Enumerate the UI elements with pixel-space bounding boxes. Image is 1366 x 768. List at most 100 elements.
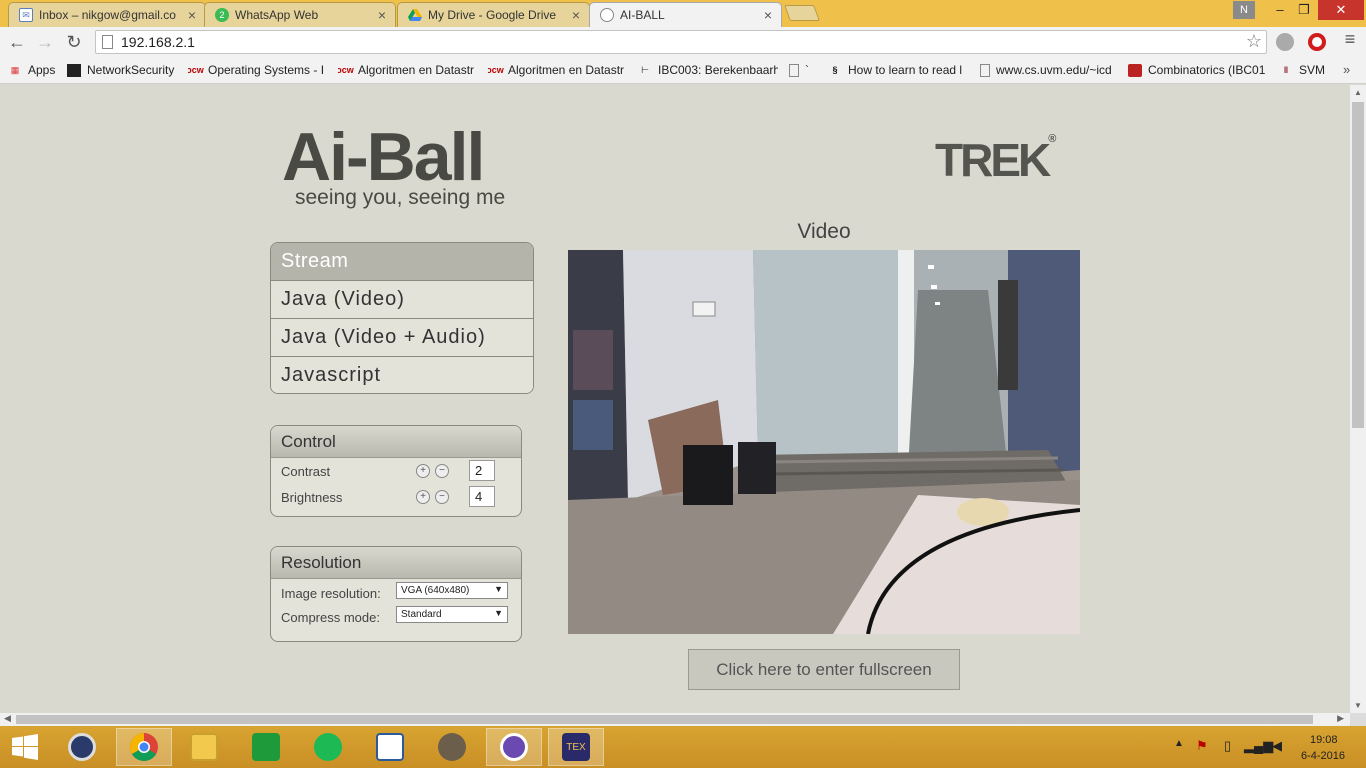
chevron-up-icon[interactable]: ▲ [1174,738,1184,749]
taskbar-app-cat[interactable] [486,728,542,766]
extension-icon[interactable] [1276,33,1294,51]
bookmark-algoritmen-1[interactable]: ocw Algoritmen en Datastr [338,63,476,77]
close-icon[interactable]: × [567,7,585,23]
image-resolution-select[interactable]: VGA (640x480) ▼ [396,582,508,599]
profile-button[interactable]: N [1233,1,1255,19]
scroll-left-icon[interactable]: ◀ [4,713,11,724]
browser-toolbar: ← → ↻ 192.168.2.1 ☆ ≡ [0,27,1366,58]
clock-time[interactable]: 19:08 [1310,734,1338,746]
taskbar-texmaker[interactable]: TEX [548,728,604,766]
bookmark-apps[interactable]: ▦ Apps [8,63,63,77]
taskbar-file-explorer[interactable] [176,728,232,766]
taskbar-keepass[interactable] [54,728,110,766]
contrast-label: Contrast [281,464,331,479]
stream-java-video[interactable]: Java (Video) [271,281,533,319]
taskbar-notes[interactable] [362,728,418,766]
page-icon [980,63,990,77]
close-icon[interactable]: × [183,7,201,23]
tex-icon: TEX [562,733,590,761]
back-arrow-icon[interactable]: ← [5,30,29,54]
taskbar-spotify[interactable] [300,728,356,766]
resolution-header: Resolution [271,547,521,579]
volume-icon[interactable]: ◀ [1272,738,1282,754]
bookmark-how-to-learn[interactable]: § How to learn to read l [828,63,968,77]
forward-arrow-icon[interactable]: → [33,30,57,54]
stream-header[interactable]: Stream [271,243,533,281]
image-resolution-value: VGA (640x480) [401,585,470,596]
video-title: Video [797,220,851,243]
scroll-down-icon[interactable]: ▼ [1354,701,1362,710]
bookmark-label: www.cs.uvm.edu/~icd [996,63,1112,77]
ocw-icon: ocw [488,65,504,75]
flag-icon[interactable]: ⚑ [1196,738,1208,754]
bookmark-label: Operating Systems - I [208,63,325,77]
tab-strip: ✉ Inbox – nikgow@gmail.co × 2 WhatsApp W… [0,0,1366,27]
logo-tagline: seeing you, seeing me [295,186,506,209]
tab-ai-ball[interactable]: AI-BALL × [589,2,782,27]
site-icon: ‖ [1283,65,1289,75]
cat-icon [500,733,528,761]
battery-icon[interactable]: ▯ [1224,738,1231,754]
fullscreen-button[interactable]: Click here to enter fullscreen [688,649,960,690]
resolution-panel: Resolution Image resolution: VGA (640x48… [270,546,522,642]
site-icon [67,63,81,77]
close-icon[interactable]: × [759,7,777,23]
address-bar[interactable]: 192.168.2.1 ☆ [95,30,1267,54]
vertical-scrollbar[interactable]: ▲ ▼ [1350,85,1366,713]
bookmark-label: Algoritmen en Datastr [358,63,475,77]
taskbar-store[interactable] [238,728,294,766]
tab-whatsapp[interactable]: 2 WhatsApp Web × [204,2,396,27]
bookmark-operating-systems[interactable]: ocw Operating Systems - I [188,63,326,77]
bookmark-combinatorics[interactable]: Combinatorics (IBC01( [1128,63,1266,77]
contrast-plus-icon[interactable]: + [416,464,430,478]
bookmark-untitled[interactable]: ` [789,63,819,77]
gimp-icon [438,733,466,761]
scrollbar-thumb[interactable] [16,715,1313,724]
stream-java-video-audio[interactable]: Java (Video + Audio) [271,319,533,357]
contrast-input[interactable]: 2 [469,460,495,481]
compress-mode-select[interactable]: Standard ▼ [396,606,508,623]
brightness-input[interactable]: 4 [469,486,495,507]
start-button[interactable] [0,728,50,766]
opera-extension-icon[interactable] [1308,33,1326,51]
minimize-button[interactable]: – [1268,0,1292,20]
ocw-icon: ocw [338,65,354,75]
contrast-minus-icon[interactable]: − [435,464,449,478]
taskbar-gimp[interactable] [424,728,480,766]
bookmark-star-icon[interactable]: ☆ [1246,31,1262,52]
reload-icon[interactable]: ↻ [62,30,86,54]
menu-icon[interactable]: ≡ [1340,29,1360,50]
bookmark-ibc003[interactable]: ⊢ IBC003: Berekenbaarh [638,63,778,77]
ocw-icon: ocw [188,65,204,75]
clock-date[interactable]: 6-4-2016 [1301,750,1345,762]
scroll-right-icon[interactable]: ▶ [1337,713,1344,724]
stream-javascript[interactable]: Javascript [271,357,533,393]
close-icon[interactable]: × [373,7,391,23]
maximize-button[interactable]: ❐ [1292,0,1316,20]
mail-icon: ✉ [19,8,33,22]
bookmarks-bar: ▦ Apps NetworkSecurity ocw Operating Sys… [0,58,1366,84]
horizontal-scrollbar[interactable]: ◀ ▶ [0,713,1350,726]
trek-logo-text: TREK [935,134,1051,186]
bookmark-cs-uvm[interactable]: www.cs.uvm.edu/~icd [980,63,1117,77]
tab-google-drive[interactable]: My Drive - Google Drive × [397,2,590,27]
brightness-plus-icon[interactable]: + [416,490,430,504]
signal-icon[interactable]: ▂▄▆ [1244,738,1273,754]
whatsapp-icon: 2 [215,8,229,22]
bookmark-algoritmen-2[interactable]: ocw Algoritmen en Datastr [488,63,628,77]
taskbar-chrome[interactable] [116,728,172,766]
tab-inbox[interactable]: ✉ Inbox – nikgow@gmail.co × [8,2,206,27]
brightness-minus-icon[interactable]: − [435,490,449,504]
scrollbar-thumb[interactable] [1352,102,1364,428]
window-close-button[interactable]: ✕ [1318,0,1364,20]
chevron-right-icon[interactable]: » [1343,62,1350,77]
scroll-up-icon[interactable]: ▲ [1354,88,1362,97]
bookmark-label: ` [805,63,809,77]
chevron-down-icon: ▼ [494,584,503,594]
bookmark-svm[interactable]: ‖ SVM [1279,63,1339,77]
url-text[interactable]: 192.168.2.1 [121,34,195,50]
taskbar: TEX ▲ ⚑ ▯ ▂▄▆ ◀ 19:08 6-4-2016 [0,726,1366,768]
new-tab-button[interactable] [784,5,820,21]
video-frame-image [568,250,1080,634]
bookmark-networksecurity[interactable]: NetworkSecurity [67,63,179,77]
